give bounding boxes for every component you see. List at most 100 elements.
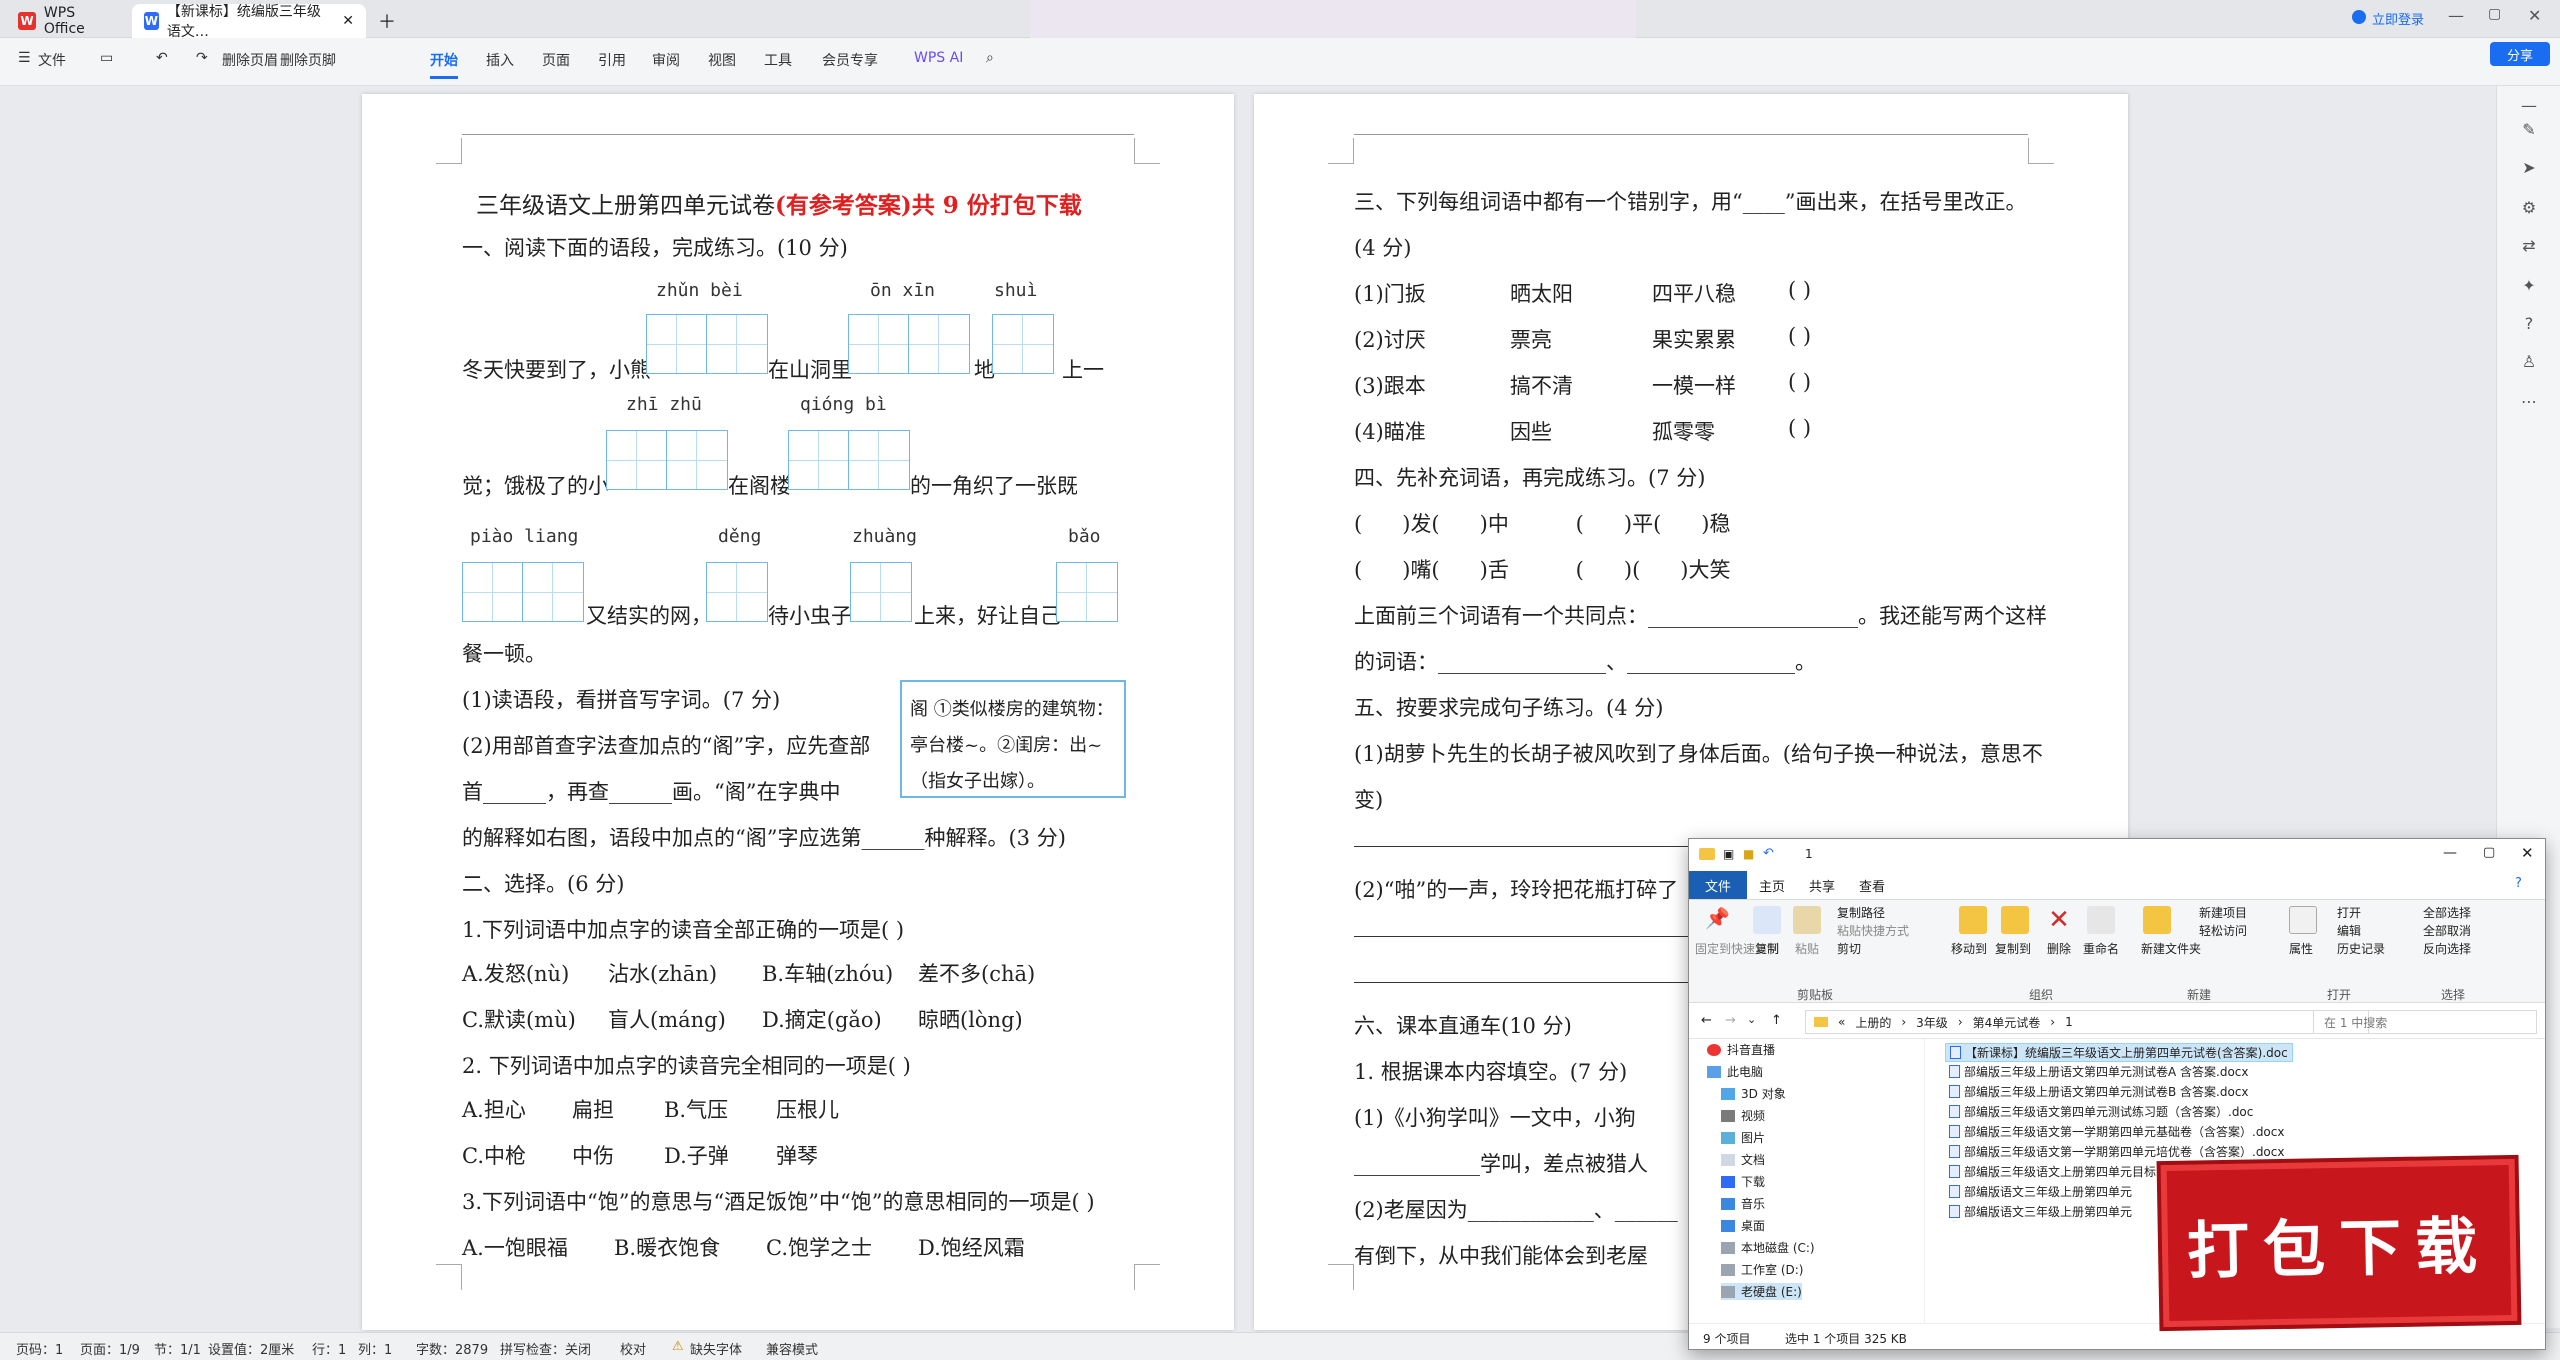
new-item-button[interactable]: 新建项目 [2199,904,2247,921]
ribbon-tab-share[interactable]: 共享 [1809,876,1835,895]
tab-document[interactable]: W 【新课标】统编版三年级语文… ✕ [132,4,366,40]
search-icon[interactable]: ⌕ [986,50,994,66]
nav-item[interactable]: 本地磁盘 (C:) [1721,1239,1815,1256]
file-item[interactable]: 【新课标】统编版三年级语文上册第四单元试卷(含答案).doc [1945,1043,2293,1062]
redo-icon[interactable]: ↷ [196,50,208,66]
file-item[interactable]: 部编版语文三年级上册第四单元 [1949,1183,2132,1200]
minimize-icon[interactable]: — [2448,6,2464,25]
new-folder-icon[interactable] [2143,906,2171,934]
nav-item[interactable]: 桌面 [1721,1217,1765,1234]
writing-grid[interactable] [606,430,728,490]
answer-blank[interactable]: ( ) [1788,278,1811,302]
breadcrumb-item[interactable]: 3年级 [1916,1014,1948,1031]
easy-access-button[interactable]: 轻松访问 [2199,922,2247,939]
tab-reference[interactable]: 引用 [598,50,626,70]
tab-view[interactable]: 视图 [708,50,736,70]
delete-button[interactable]: 删除 [2047,940,2071,957]
login-link[interactable]: 立即登录 [2372,9,2424,28]
copy-to-icon[interactable] [2001,906,2029,934]
nav-item[interactable]: 视频 [1721,1107,1765,1124]
maximize-icon[interactable]: ▢ [2488,6,2501,22]
writing-grid[interactable] [1056,562,1118,622]
move-to-icon[interactable] [1959,906,1987,934]
file-item[interactable]: 部编版三年级语文第四单元测试练习题（含答案）.doc [1949,1103,2253,1120]
cut-button[interactable]: 剪切 [1837,940,1861,957]
nav-item[interactable]: 下载 [1721,1173,1765,1190]
missing-font-button[interactable]: 缺失字体 [690,1339,742,1358]
close-tab-icon[interactable]: ✕ [342,13,354,29]
wps-ai-button[interactable]: WPS AI [914,50,963,66]
translate-icon[interactable]: ⇄ [2519,236,2539,256]
pointer-icon[interactable]: ➤ [2519,158,2539,178]
pin-icon[interactable]: 📌 [1705,906,1733,934]
nav-item[interactable]: 图片 [1721,1129,1765,1146]
writing-grid[interactable] [462,562,584,622]
status-words[interactable]: 字数：2879 [416,1339,488,1358]
share-button[interactable]: 分享 [2490,42,2550,66]
properties-icon[interactable] [2289,906,2317,934]
ribbon-tab-file[interactable]: 文件 [1689,871,1747,899]
move-to-button[interactable]: 移动到 [1951,940,1987,957]
nav-item[interactable]: 老硬盘 (E:) [1721,1283,1802,1300]
tab-page[interactable]: 页面 [542,50,570,70]
file-item[interactable]: 部编版语文三年级上册第四单元 [1949,1203,2132,1220]
document-page-1[interactable]: 三年级语文上册第四单元试卷(有参考答案)共 9 份打包下载 一、阅读下面的语段，… [362,94,1234,1330]
ribbon-tab-home[interactable]: 主页 [1759,876,1785,895]
tab-start[interactable]: 开始 [430,50,458,79]
file-item[interactable]: 部编版三年级上册语文第四单元测试卷B 含答案.docx [1949,1083,2249,1100]
settings-icon[interactable]: ⚙ [2519,198,2539,218]
shirt-icon[interactable]: ♙ [2519,352,2539,372]
new-tab-icon[interactable]: ＋ [378,8,396,34]
answer-blank[interactable]: ( ) [1788,416,1811,440]
recent-icon[interactable]: ⌄ [1747,1013,1756,1026]
invert-selection-button[interactable]: 反向选择 [2423,940,2471,957]
up-icon[interactable]: ↑ [1771,1013,1782,1028]
proof-button[interactable]: 校对 [620,1339,646,1358]
maximize-icon[interactable]: ▢ [2483,845,2495,860]
back-icon[interactable]: ← [1701,1013,1712,1028]
minimize-icon[interactable]: — [2443,845,2457,861]
save-icon[interactable]: ▭ [100,50,113,66]
menu-icon[interactable]: ☰ [18,50,31,66]
nav-item[interactable]: 3D 对象 [1721,1085,1786,1102]
file-item[interactable]: 部编版三年级语文上册第四单元目标阅读练 [1949,1163,2192,1180]
file-item[interactable]: 部编版三年级上册语文第四单元测试卷A 含答案.docx [1949,1063,2249,1080]
delete-footer-button[interactable]: 删除页脚 [280,50,336,70]
help-icon[interactable]: ? [2515,876,2522,891]
help-icon[interactable]: ? [2519,314,2539,334]
user-icon[interactable] [2352,10,2366,24]
nav-item[interactable]: 抖音直播 [1707,1041,1775,1058]
file-item[interactable]: 部编版三年级语文第一学期第四单元培优卷（含答案）.docx [1949,1143,2284,1160]
file-menu[interactable]: 文件 [38,50,66,70]
answer-blank[interactable]: ( ) [1788,370,1811,394]
undo-icon[interactable]: ↶ [1763,846,1774,861]
status-pages[interactable]: 页面：1/9 [80,1339,140,1358]
breadcrumb-item[interactable]: 1 [2065,1015,2073,1029]
nav-item[interactable]: 文档 [1721,1151,1765,1168]
rename-button[interactable]: 重命名 [2083,940,2119,957]
paste-icon[interactable] [1793,906,1821,934]
address-bar[interactable]: « 上册的 › 3年级 › 第4单元试卷 › 1 [1805,1010,2369,1034]
paste-button[interactable]: 粘贴 [1795,940,1819,957]
file-item[interactable]: 部编版三年级语文第一学期第四单元基础卷（含答案）.docx [1949,1123,2284,1140]
nav-item[interactable]: 音乐 [1721,1195,1765,1212]
writing-grid[interactable] [850,562,912,622]
search-input[interactable]: 在 1 中搜索 [2313,1010,2537,1034]
tab-tools[interactable]: 工具 [764,50,792,70]
edit-button[interactable]: 编辑 [2337,922,2361,939]
delete-icon[interactable]: ✕ [2045,906,2073,934]
history-button[interactable]: 历史记录 [2337,940,2385,957]
writing-grid[interactable] [848,314,970,374]
download-badge[interactable]: 打包下载 [2160,1158,2518,1328]
collapse-icon[interactable]: — [2519,96,2539,116]
undo-icon[interactable]: ↶ [156,50,168,66]
nav-item[interactable]: 此电脑 [1707,1063,1763,1080]
writing-grid[interactable] [992,314,1054,374]
open-button[interactable]: 打开 [2337,904,2361,921]
copy-icon[interactable] [1753,906,1781,934]
more-icon[interactable]: ⋯ [2519,392,2539,412]
new-folder-button[interactable]: 新建文件夹 [2141,940,2201,957]
pen-icon[interactable]: ✎ [2519,120,2539,140]
tab-insert[interactable]: 插入 [486,50,514,70]
forward-icon[interactable]: → [1725,1013,1736,1028]
